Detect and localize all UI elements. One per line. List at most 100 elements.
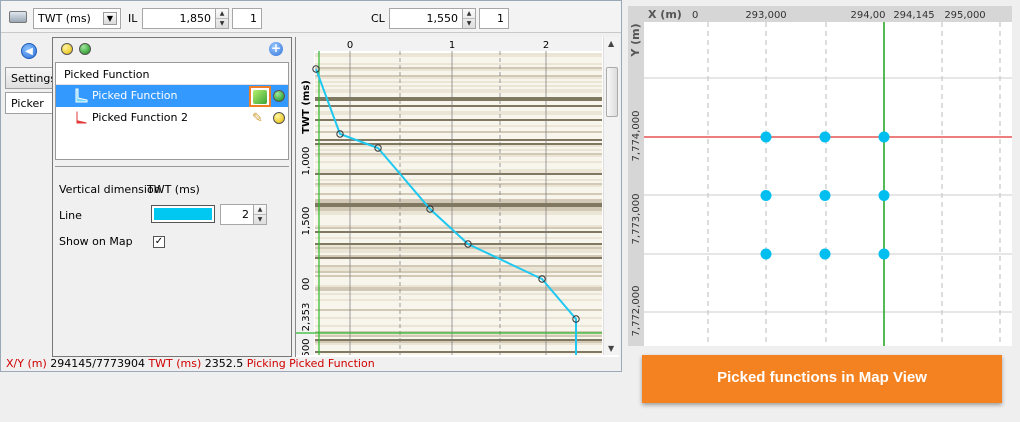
map-function-point[interactable] — [878, 248, 890, 260]
seismic-trace-band — [315, 115, 602, 117]
seismic-trace-band — [315, 295, 602, 297]
seismic-trace-band — [315, 55, 602, 57]
seismic-trace-band — [315, 113, 602, 115]
scroll-up-icon[interactable]: ▲ — [608, 39, 614, 48]
cl-step-input[interactable]: 1 — [479, 8, 509, 29]
seismic-trace-band — [315, 245, 602, 247]
seismic-trace-band — [315, 339, 602, 341]
cl-spinner[interactable]: ▲ ▼ — [462, 8, 476, 29]
map-canvas[interactable]: X (m) 0 293,000 294,00 294,145 295,000 Y… — [628, 6, 1012, 346]
seismic-trace-band — [315, 91, 602, 93]
show-on-map-checkbox[interactable]: ✓ — [153, 236, 165, 248]
seismic-trace-band — [315, 119, 602, 121]
map-function-point[interactable] — [878, 190, 890, 201]
seismic-trace-band — [315, 95, 602, 97]
seismic-trace-band — [315, 267, 602, 269]
section-plot-canvas[interactable]: 0 1 2 TWT (ms) 1,000 1,500 00 2,353 500 — [296, 37, 602, 355]
list-item-picked-function[interactable]: Picked Function — [56, 85, 288, 107]
seismic-trace-band — [315, 159, 602, 161]
line-width-input[interactable]: 2 — [220, 204, 254, 225]
seismic-trace-band — [315, 169, 602, 171]
vertical-dimension-value: TWT (ms) — [147, 183, 200, 196]
seismic-trace-band — [315, 165, 602, 167]
cl-input[interactable]: 1,550 — [389, 8, 463, 29]
camera-icon[interactable] — [9, 11, 27, 23]
map-function-point[interactable] — [760, 190, 772, 201]
map-function-point[interactable] — [878, 131, 890, 143]
picker-window: TWT (ms) ▼ IL 1,850 ▲ ▼ 1 CL 1,550 ▲ ▼ 1 ◀… — [0, 0, 622, 372]
cl-label: CL — [371, 12, 385, 25]
add-function-icon[interactable]: + — [269, 42, 283, 56]
seismic-trace-band — [315, 109, 602, 111]
tab-picker[interactable]: Picker — [5, 92, 53, 114]
function-icon — [75, 88, 88, 103]
seismic-trace-band — [315, 285, 602, 287]
green-status-icon[interactable] — [79, 43, 91, 55]
map-view: X (m) 0 293,000 294,00 294,145 295,000 Y… — [628, 6, 1012, 346]
function-properties: Vertical dimension TWT (ms) Line 2 ▲ ▼ Sh… — [55, 166, 289, 354]
back-arrow-icon[interactable]: ◀ — [21, 43, 37, 59]
pencil-icon[interactable]: ✎ — [252, 111, 263, 126]
map-function-point[interactable] — [760, 248, 772, 260]
seismic-trace-band — [315, 329, 602, 331]
domain-select[interactable]: TWT (ms) ▼ — [33, 8, 121, 29]
seismic-trace-band — [315, 177, 602, 179]
seismic-trace-band — [315, 155, 602, 157]
seismic-trace-band — [315, 305, 602, 307]
map-function-point[interactable] — [819, 131, 831, 143]
seismic-trace-band — [315, 261, 602, 263]
map-function-point[interactable] — [760, 131, 772, 143]
il-step-input[interactable]: 1 — [232, 8, 262, 29]
seismic-trace-band — [315, 199, 602, 201]
seismic-trace-band — [315, 207, 602, 209]
seismic-trace-band — [315, 181, 602, 183]
seismic-trace-band — [315, 75, 602, 77]
map-function-point[interactable] — [819, 190, 831, 201]
map-x-tick-0: 0 — [692, 10, 698, 21]
map-function-point[interactable] — [819, 248, 831, 260]
x-tick-2: 2 — [543, 40, 549, 51]
picked-functions-map-view-banner[interactable]: Picked functions in Map View — [642, 355, 1002, 403]
edit-pencil-button[interactable] — [249, 86, 271, 107]
seismic-trace-band — [315, 191, 602, 193]
seismic-trace-band — [315, 321, 602, 323]
picker-panel: + Picked Function Picked Function Picked… — [52, 37, 292, 357]
seismic-trace-band — [315, 185, 602, 187]
seismic-trace-band — [315, 209, 602, 211]
seismic-trace-band — [315, 307, 602, 309]
vertical-scrollbar[interactable]: ▲ ▼ — [603, 37, 619, 355]
seismic-trace-band — [315, 149, 602, 151]
yellow-status-icon[interactable] — [273, 112, 285, 124]
seismic-trace-band — [315, 161, 602, 163]
seismic-trace-band — [315, 353, 602, 355]
seismic-section: 0 1 2 TWT (ms) 1,000 1,500 00 2,353 500 … — [295, 37, 619, 357]
seismic-trace-band — [315, 173, 602, 175]
seismic-trace-band — [315, 117, 602, 119]
seismic-trace-band — [315, 231, 602, 233]
seismic-trace-band — [315, 253, 602, 255]
green-status-icon[interactable] — [273, 90, 285, 102]
list-item-picked-function-2[interactable]: Picked Function 2 ✎ — [56, 107, 288, 129]
il-label: IL — [128, 12, 138, 25]
seismic-trace-band — [315, 225, 602, 227]
tab-settings[interactable]: Settings — [5, 67, 56, 89]
line-color-picker[interactable] — [151, 205, 215, 223]
seismic-trace-band — [315, 157, 602, 159]
il-spinner[interactable]: ▲ ▼ — [215, 8, 229, 29]
seismic-trace-band — [315, 67, 602, 69]
y-tick-0: 1,000 — [301, 147, 312, 176]
scroll-thumb[interactable] — [606, 67, 618, 117]
vertical-dimension-label: Vertical dimension — [59, 183, 161, 196]
yellow-status-icon[interactable] — [61, 43, 73, 55]
line-width-spinner[interactable]: ▲ ▼ — [253, 204, 267, 225]
seismic-trace-band — [315, 291, 602, 293]
seismic-trace-band — [315, 123, 602, 125]
scroll-down-icon[interactable]: ▼ — [608, 344, 614, 353]
seismic-trace-band — [315, 101, 602, 103]
toolbar: TWT (ms) ▼ IL 1,850 ▲ ▼ 1 CL 1,550 ▲ ▼ 1 — [1, 1, 621, 33]
seismic-trace-band — [315, 79, 602, 81]
seismic-trace-band — [315, 213, 602, 215]
seismic-trace-band — [315, 223, 602, 225]
il-input[interactable]: 1,850 — [142, 8, 216, 29]
seismic-trace-band — [315, 335, 602, 337]
